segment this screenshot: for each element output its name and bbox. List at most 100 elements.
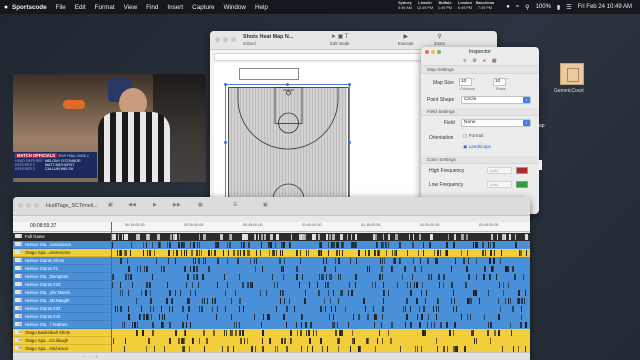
instance-mark[interactable]: [148, 338, 150, 344]
instance-mark[interactable]: [191, 250, 194, 256]
instance-mark[interactable]: [406, 298, 408, 304]
instance-mark[interactable]: [208, 250, 211, 256]
instance-mark[interactable]: [334, 258, 336, 264]
instance-mark[interactable]: [279, 258, 281, 264]
instance-mark[interactable]: [226, 282, 229, 288]
instance-mark[interactable]: [198, 258, 200, 264]
instance-mark[interactable]: [421, 266, 422, 272]
instance-mark[interactable]: [144, 266, 146, 272]
instance-mark[interactable]: [404, 306, 407, 312]
instance-mark[interactable]: [152, 322, 154, 328]
movie-icon[interactable]: ▣: [263, 202, 268, 208]
instance-mark[interactable]: [242, 234, 246, 240]
instance-mark[interactable]: [380, 322, 383, 328]
instance-mark[interactable]: [405, 266, 407, 272]
menu-view[interactable]: View: [124, 4, 138, 11]
instance-mark[interactable]: [121, 290, 123, 296]
instance-mark[interactable]: [136, 322, 138, 328]
section-color-settings[interactable]: Color Settings: [421, 156, 539, 164]
instance-mark[interactable]: [135, 298, 138, 304]
instance-mark[interactable]: [179, 234, 181, 240]
instance-mark[interactable]: [397, 282, 399, 288]
instance-mark[interactable]: [364, 306, 366, 312]
instance-mark[interactable]: [131, 242, 133, 248]
instance-mark[interactable]: [131, 322, 133, 328]
instance-mark[interactable]: [375, 282, 377, 288]
instance-mark[interactable]: [230, 314, 233, 320]
instance-mark[interactable]: [375, 250, 376, 256]
instance-mark[interactable]: [223, 250, 225, 256]
instance-mark[interactable]: [255, 250, 258, 256]
instance-mark[interactable]: [446, 242, 448, 248]
instance-mark[interactable]: [478, 298, 480, 304]
search-icon[interactable]: ⚲: [525, 4, 529, 11]
instance-mark[interactable]: [183, 338, 185, 344]
instance-mark[interactable]: [169, 322, 172, 328]
instance-mark[interactable]: [487, 322, 490, 328]
instance-mark[interactable]: [202, 274, 205, 280]
row-label[interactable]: Nelson Gia...Dempster: [23, 273, 111, 281]
instance-mark[interactable]: [332, 322, 334, 328]
instance-mark[interactable]: [128, 290, 130, 296]
instance-mark[interactable]: [506, 266, 509, 272]
instance-mark[interactable]: [371, 282, 373, 288]
instance-mark[interactable]: [337, 298, 340, 304]
instance-mark[interactable]: [281, 250, 283, 256]
instance-mark[interactable]: [172, 298, 174, 304]
instance-mark[interactable]: [198, 282, 200, 288]
zoom-in-icon[interactable]: +: [95, 354, 97, 359]
instance-mark[interactable]: [429, 242, 431, 248]
tab-color-icon[interactable]: ●: [483, 58, 486, 64]
instance-mark[interactable]: [231, 298, 233, 304]
instance-mark[interactable]: [434, 250, 436, 256]
instance-mark[interactable]: [469, 314, 472, 320]
instance-mark[interactable]: [182, 306, 184, 312]
instance-mark[interactable]: [422, 242, 425, 248]
instance-mark[interactable]: [507, 282, 510, 288]
instance-mark[interactable]: [352, 242, 354, 248]
zoom-button[interactable]: [34, 203, 39, 208]
instance-mark[interactable]: [376, 242, 378, 248]
instance-mark[interactable]: [247, 338, 249, 344]
instance-mark[interactable]: [421, 282, 423, 288]
instance-mark[interactable]: [268, 250, 270, 256]
instance-mark[interactable]: [152, 274, 153, 280]
instance-mark[interactable]: [326, 234, 328, 240]
instance-mark[interactable]: [298, 282, 300, 288]
instance-mark[interactable]: [477, 242, 479, 248]
instance-mark[interactable]: [356, 258, 358, 264]
zoom-out-icon[interactable]: −: [83, 354, 85, 359]
instance-mark[interactable]: [325, 274, 328, 280]
instance-mark[interactable]: [203, 298, 205, 304]
instance-mark[interactable]: [442, 282, 445, 288]
instance-mark[interactable]: [225, 330, 227, 336]
row-lane[interactable]: [111, 321, 530, 329]
instance-mark[interactable]: [460, 250, 463, 256]
instance-mark[interactable]: [423, 306, 425, 312]
instance-mark[interactable]: [333, 322, 336, 328]
instance-mark[interactable]: [121, 322, 123, 328]
instance-mark[interactable]: [412, 242, 414, 248]
instance-mark[interactable]: [381, 258, 383, 264]
instance-mark[interactable]: [247, 282, 249, 288]
instance-mark[interactable]: [235, 290, 236, 296]
instance-mark[interactable]: [145, 266, 148, 272]
instance-mark[interactable]: [190, 242, 192, 248]
timeline-row[interactable]: 2 Nelson Gia...ossessions: [13, 241, 530, 249]
instance-mark[interactable]: [239, 330, 242, 336]
instance-mark[interactable]: [145, 282, 148, 288]
instance-mark[interactable]: [476, 274, 477, 280]
instance-mark[interactable]: [451, 282, 454, 288]
instance-mark[interactable]: [301, 314, 303, 320]
section-map-settings[interactable]: Map Settings: [421, 66, 539, 74]
instance-mark[interactable]: [351, 338, 354, 344]
instance-mark[interactable]: [500, 250, 503, 256]
instance-mark[interactable]: [448, 234, 450, 240]
instance-mark[interactable]: [373, 306, 375, 312]
instance-mark[interactable]: [189, 322, 191, 328]
instance-mark[interactable]: [355, 242, 357, 248]
instance-mark[interactable]: [169, 234, 172, 240]
instance-mark[interactable]: [251, 282, 254, 288]
instance-mark[interactable]: [475, 338, 478, 344]
instance-mark[interactable]: [522, 274, 524, 280]
